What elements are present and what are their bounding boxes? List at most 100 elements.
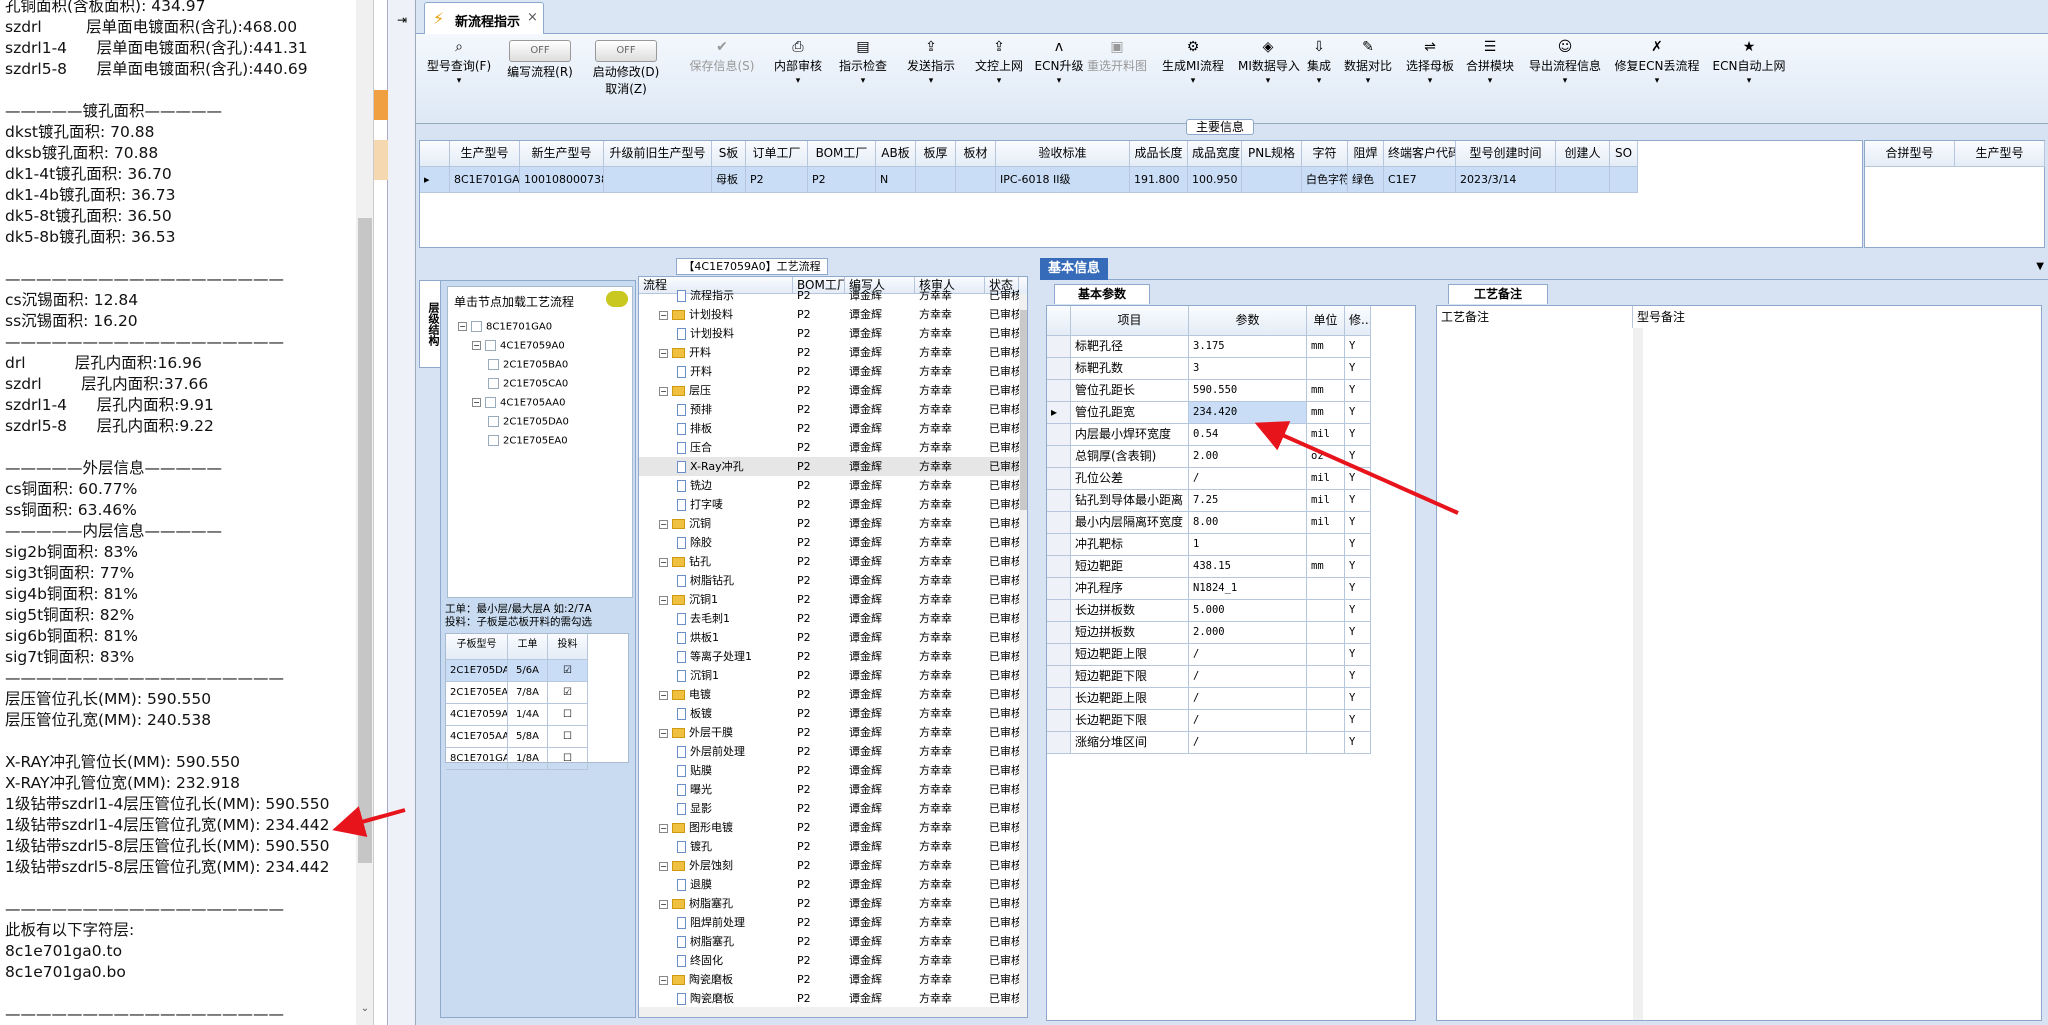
- toolbar-button-16[interactable]: ☺ 导出流程信息 ▾: [1520, 34, 1610, 124]
- collapse-icon[interactable]: −: [659, 975, 668, 985]
- param-row[interactable]: 钻孔到导体最小距离 7.25 mil Y: [1047, 490, 1371, 512]
- table-row[interactable]: ▸8C1E701GA010010800073864母板P2P2NIPC-6018…: [420, 167, 1638, 193]
- column-header[interactable]: 子板型号: [446, 634, 508, 660]
- param-cell[interactable]: 590.550: [1189, 380, 1307, 402]
- notepad-scroll-thumb[interactable]: [358, 218, 372, 863]
- table-cell[interactable]: ☐: [548, 748, 588, 770]
- param-cell[interactable]: /: [1189, 644, 1307, 666]
- param-cell[interactable]: N1824_1: [1189, 578, 1307, 600]
- flow-row[interactable]: − 沉铜 P2 谭金辉 方幸幸 已审核: [639, 514, 1019, 533]
- flow-row[interactable]: 铣边 P2 谭金辉 方幸幸 已审核: [639, 476, 1019, 495]
- flow-row[interactable]: − 树脂塞孔 P2 谭金辉 方幸幸 已审核: [639, 894, 1019, 913]
- toolbar-button-13[interactable]: ✎ 数据对比 ▾: [1340, 34, 1396, 124]
- tree-node[interactable]: − 4C1E705AA0: [472, 397, 565, 409]
- flow-row[interactable]: − 沉铜1 P2 谭金辉 方幸幸 已审核: [639, 590, 1019, 609]
- toolbar-button-7[interactable]: ⇪ 文控上网 ▾: [968, 34, 1030, 124]
- tree-node[interactable]: 2C1E705EA0: [488, 435, 568, 447]
- hierarchy-tree[interactable]: 单击节点加载工艺流程 −8C1E701GA0−4C1E7059A0 2C1E705…: [447, 286, 633, 598]
- param-row[interactable]: 标靶孔径 3.175 mm Y: [1047, 336, 1371, 358]
- column-header[interactable]: 板厚: [916, 141, 956, 167]
- column-header[interactable]: 生产型号: [450, 141, 520, 167]
- flow-row[interactable]: 阻焊前处理 P2 谭金辉 方幸幸 已审核: [639, 913, 1019, 932]
- tree-node[interactable]: 2C1E705DA0: [488, 416, 569, 428]
- flow-row[interactable]: − 陶瓷磨板 P2 谭金辉 方幸幸 已审核: [639, 970, 1019, 989]
- column-header[interactable]: 终端客户代码: [1384, 141, 1456, 167]
- column-header[interactable]: 工单: [508, 634, 548, 660]
- column-header[interactable]: PNL规格: [1242, 141, 1302, 167]
- param-cell[interactable]: 8.00: [1189, 512, 1307, 534]
- collapse-icon[interactable]: −: [472, 341, 481, 350]
- toolbar-button-12[interactable]: ⇩ 集成 ▾: [1302, 34, 1336, 124]
- column-header[interactable]: 成品宽度: [1188, 141, 1242, 167]
- flow-row[interactable]: − 电镀 P2 谭金辉 方幸幸 已审核: [639, 685, 1019, 704]
- param-row[interactable]: 短边靶距上限 / Y: [1047, 644, 1371, 666]
- column-header[interactable]: 修...: [1345, 306, 1371, 336]
- param-cell[interactable]: /: [1189, 688, 1307, 710]
- expand-arrow-icon[interactable]: ⇥: [392, 10, 412, 30]
- collapse-icon[interactable]: −: [458, 322, 467, 331]
- tree-node[interactable]: 2C1E705CA0: [488, 378, 568, 390]
- collapse-icon[interactable]: −: [659, 557, 668, 567]
- main-info-grid[interactable]: 生产型号 新生产型号 升级前旧生产型号 S板 订单工厂 BOM工厂 AB板 板厚 板材 验收标准成…: [419, 140, 1863, 248]
- tab-new-process[interactable]: ⚡ 新流程指示 ×: [424, 2, 544, 34]
- flow-row[interactable]: − 计划投料 P2 谭金辉 方幸幸 已审核: [639, 305, 1019, 324]
- table-row[interactable]: 4C1E705AA05/8A☐: [446, 726, 588, 748]
- toggle-switch[interactable]: OFF: [509, 40, 571, 62]
- flow-row[interactable]: − 外层干膜 P2 谭金辉 方幸幸 已审核: [639, 723, 1019, 742]
- param-cell[interactable]: 2.000: [1189, 622, 1307, 644]
- column-header[interactable]: S板: [712, 141, 746, 167]
- param-row[interactable]: 最小内层隔离环宽度 8.00 mil Y: [1047, 512, 1371, 534]
- column-header[interactable]: 项目: [1071, 306, 1189, 336]
- param-row[interactable]: 内层最小焊环宽度 0.54 mil Y: [1047, 424, 1371, 446]
- flow-row[interactable]: 外层前处理 P2 谭金辉 方幸幸 已审核: [639, 742, 1019, 761]
- sub-board-grid[interactable]: 子板型号工单投料2C1E705DA05/6A☑2C1E705EA07/8A☑4C…: [445, 633, 629, 770]
- tree-node[interactable]: − 4C1E7059A0: [472, 340, 565, 352]
- tree-node[interactable]: − 8C1E701GA0: [458, 321, 552, 333]
- table-cell[interactable]: ☑: [548, 682, 588, 704]
- flow-row[interactable]: 板镀 P2 谭金辉 方幸幸 已审核: [639, 704, 1019, 723]
- toolbar-button-5[interactable]: ▤ 指示检查 ▾: [832, 34, 894, 124]
- table-cell[interactable]: ☐: [548, 726, 588, 748]
- flow-row[interactable]: 计划投料 P2 谭金辉 方幸幸 已审核: [639, 324, 1019, 343]
- column-header[interactable]: 新生产型号: [520, 141, 604, 167]
- param-row[interactable]: 冲孔程序 N1824_1 Y: [1047, 578, 1371, 600]
- column-header[interactable]: [1047, 306, 1071, 336]
- flow-row[interactable]: 曝光 P2 谭金辉 方幸幸 已审核: [639, 780, 1019, 799]
- collapse-icon[interactable]: −: [659, 519, 668, 529]
- param-cell[interactable]: 2.00: [1189, 446, 1307, 468]
- column-header[interactable]: BOM工厂: [808, 141, 876, 167]
- tree-node[interactable]: 2C1E705BA0: [488, 359, 568, 371]
- column-header[interactable]: AB板: [876, 141, 916, 167]
- flow-row[interactable]: 镀孔 P2 谭金辉 方幸幸 已审核: [639, 837, 1019, 856]
- toolbar-button-3[interactable]: ✔ 保存信息(S): [680, 34, 764, 124]
- process-flow-grid[interactable]: 流程 BOM工厂 编写人 核审人 状态 流程指示 P2 谭金辉 方幸幸 已审核 − 计划投料 P2 谭金辉…: [638, 276, 1028, 1018]
- column-header[interactable]: 成品长度: [1130, 141, 1188, 167]
- flow-row[interactable]: 打字唛 P2 谭金辉 方幸幸 已审核: [639, 495, 1019, 514]
- flow-row[interactable]: − 钻孔 P2 谭金辉 方幸幸 已审核: [639, 552, 1019, 571]
- param-row[interactable]: 标靶孔数 3 Y: [1047, 358, 1371, 380]
- tab-process-notes[interactable]: 工艺备注: [1448, 284, 1548, 304]
- param-row[interactable]: 孔位公差 / mil Y: [1047, 468, 1371, 490]
- param-row[interactable]: 短边拼板数 2.000 Y: [1047, 622, 1371, 644]
- flow-row[interactable]: 沉铜1 P2 谭金辉 方幸幸 已审核: [639, 666, 1019, 685]
- toolbar-button-6[interactable]: ⇪ 发送指示 ▾: [898, 34, 964, 124]
- param-cell[interactable]: 5.000: [1189, 600, 1307, 622]
- flow-row[interactable]: 开料 P2 谭金辉 方幸幸 已审核: [639, 362, 1019, 381]
- panel-splitter[interactable]: [1422, 280, 1432, 1025]
- column-header[interactable]: 投料: [548, 634, 588, 660]
- column-header[interactable]: 验收标准: [996, 141, 1130, 167]
- flow-row[interactable]: 树脂钻孔 P2 谭金辉 方幸幸 已审核: [639, 571, 1019, 590]
- flow-row[interactable]: X-Ray冲孔 P2 谭金辉 方幸幸 已审核: [639, 457, 1019, 476]
- collapse-icon[interactable]: −: [659, 690, 668, 700]
- table-row[interactable]: 2C1E705DA05/6A☑: [446, 660, 588, 682]
- scroll-thumb[interactable]: [1020, 310, 1027, 510]
- column-header[interactable]: 合拼型号: [1865, 141, 1955, 167]
- param-cell[interactable]: 438.15: [1189, 556, 1307, 578]
- toolbar-button-2[interactable]: OFF 启动修改(D) 取消(Z): [582, 34, 670, 124]
- param-row[interactable]: ▸ 管位孔距宽 234.420 mm Y: [1047, 402, 1371, 424]
- flow-row[interactable]: 陶瓷磨板 P2 谭金辉 方幸幸 已审核: [639, 989, 1019, 1008]
- flow-row[interactable]: 流程指示 P2 谭金辉 方幸幸 已审核: [639, 286, 1019, 305]
- flow-row[interactable]: 去毛刺1 P2 谭金辉 方幸幸 已审核: [639, 609, 1019, 628]
- param-cell[interactable]: 3: [1189, 358, 1307, 380]
- column-header[interactable]: 订单工厂: [746, 141, 808, 167]
